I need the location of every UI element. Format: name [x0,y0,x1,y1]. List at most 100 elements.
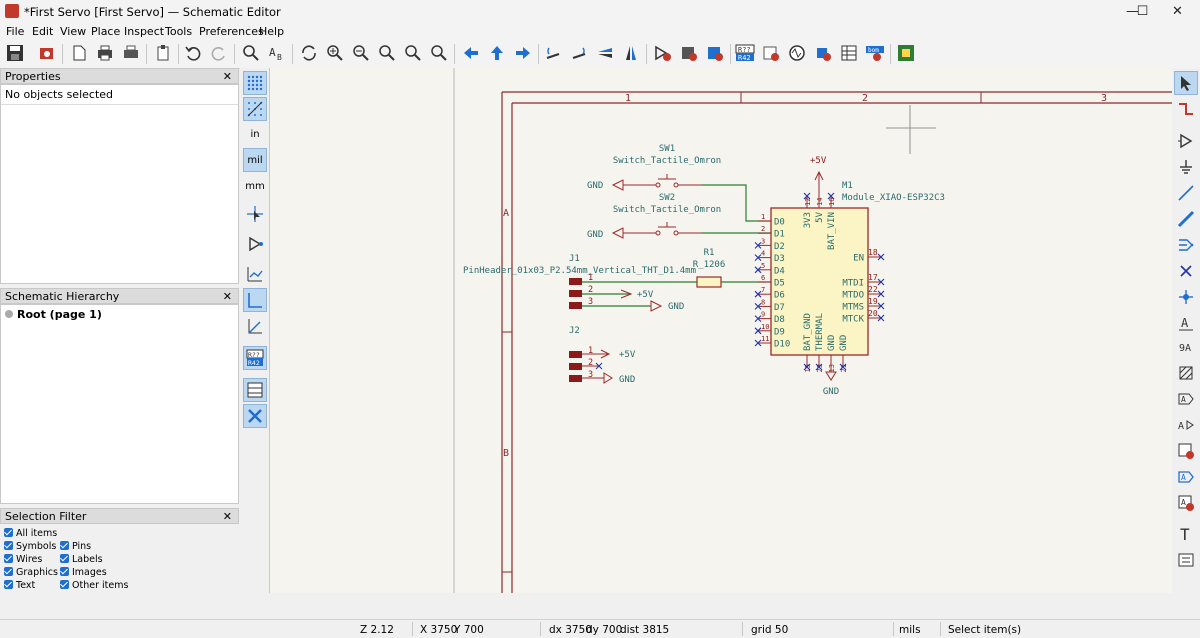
svg-text:A: A [1181,395,1186,404]
rotate-cw-icon[interactable] [568,42,590,64]
import-sheet-pin-icon[interactable]: A [1174,491,1198,515]
add-wire-icon[interactable] [1174,181,1198,205]
add-sheet-pin-icon[interactable]: A [1174,465,1198,489]
border-col-1: 1 [625,93,631,104]
find-replace-icon[interactable]: AB [266,42,288,64]
redo-icon[interactable] [208,42,230,64]
cursor-shape-icon[interactable] [243,202,267,226]
filter-other-items[interactable]: Other items [60,580,128,591]
simulator-icon[interactable] [786,42,808,64]
assign-footprints-icon[interactable] [812,42,834,64]
filter-all-items[interactable]: All items [4,528,57,539]
schematic-canvas[interactable]: 1 2 3 A B SW1 Switch_Tactile_Omron GND S… [269,68,1174,593]
symbol-fields-icon[interactable] [704,42,726,64]
bom-table-icon[interactable] [838,42,860,64]
hierarchy-root-item[interactable]: Root (page 1) [1,305,238,324]
add-symbol-icon[interactable] [1174,129,1198,153]
erc-icon[interactable] [760,42,782,64]
hierarchy-close-icon[interactable]: ✕ [223,289,232,305]
filter-images[interactable]: Images [60,567,107,578]
zoom-objects-icon[interactable] [402,42,424,64]
filter-text[interactable]: Text [4,580,35,591]
menu-view[interactable]: View [60,25,86,38]
selection-filter-close-icon[interactable]: ✕ [223,509,232,525]
rotate-ccw-icon[interactable] [542,42,564,64]
add-textbox-icon[interactable] [1174,548,1198,572]
m1-left-pin-number: 3 [761,237,765,245]
highlight-net-icon[interactable] [1174,97,1198,121]
annotate-icon[interactable]: R?? R42 [734,42,756,64]
save-icon[interactable] [4,42,26,64]
line-mode-free-icon[interactable] [243,262,267,286]
add-no-connect-icon[interactable] [1174,259,1198,283]
add-bus-entry-icon[interactable] [1174,233,1198,257]
filter-symbols[interactable]: Symbols [4,541,56,552]
menu-help[interactable]: Help [259,25,284,38]
zoom-out-icon[interactable] [350,42,372,64]
schematic-drawing[interactable]: 1 2 3 A B SW1 Switch_Tactile_Omron GND S… [270,68,1173,593]
symbol-library-icon[interactable] [678,42,700,64]
status-grid: grid 50 [751,624,789,636]
refresh-icon[interactable] [298,42,320,64]
add-text-icon[interactable]: T [1174,522,1198,546]
filter-wires[interactable]: Wires [4,554,42,565]
selection-filter-panel: All items Symbols Pins Wires Labels Grap… [0,524,239,594]
print-icon[interactable] [94,42,116,64]
add-label-icon[interactable]: A [1174,311,1198,335]
menu-preferences[interactable]: Preferences [199,25,264,38]
menu-place[interactable]: Place [91,25,120,38]
line-mode-90-icon[interactable] [243,288,267,312]
mirror-vertical-icon[interactable] [594,42,616,64]
selection-filter-header: Selection Filter ✕ [0,508,239,524]
close-window-button[interactable]: ✕ [1155,0,1200,24]
menu-inspect[interactable]: Inspect [124,25,164,38]
units-mils-button[interactable]: mil [243,148,267,172]
paste-icon[interactable] [152,42,174,64]
add-netclass-icon[interactable]: 9A [1174,335,1198,359]
select-tool-icon[interactable] [1174,71,1198,95]
add-rule-area-icon[interactable] [1174,361,1198,385]
navigate-back-icon[interactable] [460,42,482,64]
m1-bottom-pin-number: 13 [828,364,836,372]
tools-toggle-icon[interactable] [243,404,267,428]
navigate-up-icon[interactable] [486,42,508,64]
plot-icon[interactable] [120,42,142,64]
m1-left-pin-number: 5 [761,262,765,270]
bom-generate-icon[interactable]: bom [864,42,886,64]
units-mm-button[interactable]: mm [243,174,267,198]
menu-file[interactable]: File [6,25,24,38]
find-icon[interactable] [240,42,262,64]
zoom-fit-icon[interactable] [376,42,398,64]
add-power-icon[interactable] [1174,155,1198,179]
zoom-in-icon[interactable] [324,42,346,64]
add-bus-icon[interactable] [1174,207,1198,231]
undo-icon[interactable] [182,42,204,64]
add-hier-label-icon[interactable]: A [1174,413,1198,437]
add-sheet-icon[interactable] [1174,439,1198,463]
symbol-editor-icon[interactable] [652,42,674,64]
navigate-forward-icon[interactable] [512,42,534,64]
add-global-label-icon[interactable]: A [1174,387,1198,411]
m1-right-pin-name: MTMS [842,303,864,313]
units-inches-button[interactable]: in [243,122,267,146]
grid-overrides-icon[interactable] [243,97,267,121]
filter-labels[interactable]: Labels [60,554,103,565]
grid-toggle-icon[interactable] [243,71,267,95]
line-mode-45-icon[interactable] [243,314,267,338]
properties-close-icon[interactable]: ✕ [223,69,232,85]
main-toolbar: AB R?? R42 bom [0,40,1200,69]
filter-pins[interactable]: Pins [60,541,91,552]
schematic-setup-icon[interactable] [36,42,58,64]
menu-tools[interactable]: Tools [165,25,192,38]
properties-panel-toggle-icon[interactable] [243,378,267,402]
mirror-horizontal-icon[interactable] [620,42,642,64]
zoom-selection-icon[interactable] [428,42,450,64]
menu-edit[interactable]: Edit [32,25,53,38]
annotation-toggle-icon[interactable]: R?? R42 [243,346,267,370]
filter-graphics[interactable]: Graphics [4,567,58,578]
add-junction-icon[interactable] [1174,285,1198,309]
page-settings-icon[interactable] [68,42,90,64]
hidden-pins-icon[interactable] [243,232,267,256]
svg-text:B: B [277,53,282,62]
pcb-editor-icon[interactable] [895,42,917,64]
